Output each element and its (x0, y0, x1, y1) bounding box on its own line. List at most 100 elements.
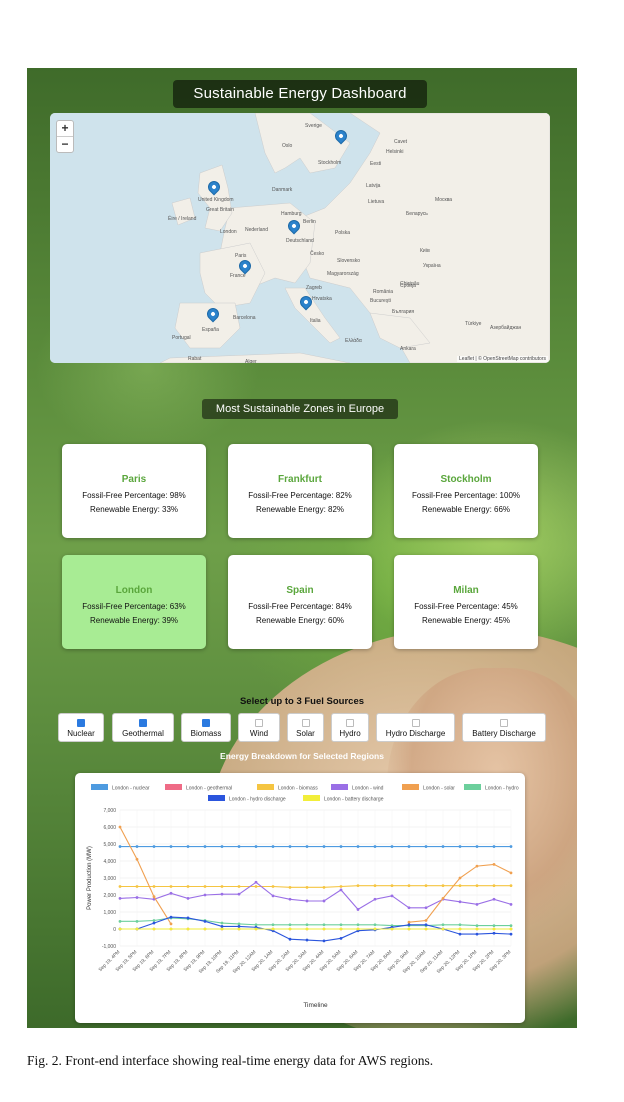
data-point-london-nuclear (322, 845, 326, 848)
data-point-london-wind (407, 906, 411, 910)
data-point-london-nuclear (203, 845, 207, 848)
fuel-option-wind[interactable]: Wind (238, 713, 280, 742)
zone-name: Spain (286, 585, 314, 596)
map-attribution[interactable]: Leaflet | © OpenStreetMap contributors (457, 356, 548, 362)
data-point-london-hydro (373, 923, 377, 927)
y-tick-label: 4,000 (103, 859, 116, 865)
map-label: Latvija (366, 183, 381, 189)
series-line-london-solar (119, 826, 512, 925)
map-label: Bucureşti (370, 298, 391, 304)
legend-swatch (402, 784, 419, 790)
data-point-london-nuclear (339, 845, 343, 848)
data-point-london-nuclear (169, 845, 173, 848)
zones-title: Most Sustainable Zones in Europe (202, 399, 398, 419)
energy-chart-card: London - nuclear London - geothermal Londo… (75, 773, 525, 1023)
data-point-london-battery-discharge (322, 927, 326, 931)
fuel-checkbox[interactable] (411, 719, 420, 727)
map-label: Москва (435, 197, 453, 203)
data-point-london-solar (135, 857, 139, 861)
data-point-london-hydro (356, 923, 360, 927)
zoom-in-button[interactable]: + (57, 121, 73, 137)
fuel-option-nuclear[interactable]: Nuclear (58, 713, 104, 742)
zone-card-frankfurt[interactable]: Frankfurt Fossil-Free Percentage: 82% Rene… (228, 444, 372, 538)
map-label: France (230, 273, 246, 279)
fuel-checkbox[interactable] (139, 719, 147, 727)
data-point-london-battery-discharge (186, 927, 190, 931)
data-point-london-hydro (288, 923, 292, 927)
data-point-london-solar (407, 920, 411, 924)
data-point-london-hydro-discharge (492, 931, 496, 935)
fuel-label: Hydro (339, 729, 361, 738)
data-point-london-hydro-discharge (509, 932, 513, 936)
data-point-london-nuclear (135, 845, 139, 848)
map-label: Ελλάδα (345, 338, 362, 344)
legend-swatch (331, 784, 348, 790)
fuel-label: Solar (296, 729, 315, 738)
dashboard-panel: Sustainable Energy Dashboard + − Sverige… (27, 68, 577, 1028)
fuel-checkbox[interactable] (301, 719, 310, 727)
dashboard-title: Sustainable Energy Dashboard (173, 80, 427, 108)
map-label: Stockholm (318, 160, 342, 166)
data-point-london-nuclear (441, 845, 445, 848)
fuel-checkbox[interactable] (346, 719, 354, 727)
data-point-london-wind (203, 893, 207, 897)
data-point-london-nuclear (288, 845, 292, 848)
zoom-out-button[interactable]: − (57, 137, 73, 152)
fuel-option-hydro-discharge[interactable]: Hydro Discharge (376, 713, 455, 742)
fossil-free-percentage: Fossil-Free Percentage: 98% (82, 491, 186, 500)
zone-card-paris[interactable]: Paris Fossil-Free Percentage: 98% Renewabl… (62, 444, 206, 538)
legend-label: London - solar (423, 786, 455, 792)
data-point-london-wind (220, 892, 224, 896)
data-point-london-battery-discharge (203, 927, 207, 931)
fuel-checkbox[interactable] (77, 719, 85, 727)
legend-label: London - hydro discharge (229, 797, 286, 803)
data-point-london-nuclear (271, 845, 275, 848)
map-label: Česko (310, 251, 325, 257)
y-axis-label: Power Production (MW) (87, 846, 93, 910)
map-label: Hrvatska (312, 296, 332, 302)
fossil-free-percentage: Fossil-Free Percentage: 45% (414, 602, 518, 611)
renewable-energy: Renewable Energy: 39% (89, 616, 179, 625)
fuel-option-geothermal[interactable]: Geothermal (112, 713, 174, 742)
fuel-option-battery-discharge[interactable]: Battery Discharge (462, 713, 546, 742)
zone-name: Paris (121, 474, 147, 485)
europe-map[interactable]: + − Sverige Oslo Stockholm Helsinki Eesti Lat… (50, 113, 550, 363)
map-label: Oslo (282, 143, 293, 149)
fuel-checkbox[interactable] (500, 719, 508, 727)
zone-card-stockholm[interactable]: Stockholm Fossil-Free Percentage: 100% Ren… (394, 444, 538, 538)
data-point-london-biomass (339, 885, 343, 888)
zone-card-spain[interactable]: Spain Fossil-Free Percentage: 84% Renewabl… (228, 555, 372, 649)
data-point-london-battery-discharge (441, 927, 445, 931)
fossil-free-percentage: Fossil-Free Percentage: 63% (82, 602, 186, 611)
map-label: Eesti (370, 161, 382, 167)
map-label: Ankara (400, 346, 416, 352)
data-point-london-wind (492, 897, 496, 901)
fuel-label: Hydro Discharge (385, 729, 446, 738)
fuel-checkbox[interactable] (255, 719, 263, 727)
fuel-option-solar[interactable]: Solar (287, 713, 324, 742)
fuel-checkbox[interactable] (202, 719, 210, 727)
data-point-london-hydro-discharge (305, 938, 309, 942)
series-line-london-hydro (120, 917, 511, 927)
data-point-london-biomass (220, 885, 224, 888)
data-point-london-biomass (322, 885, 326, 889)
renewable-energy: Renewable Energy: 60% (255, 616, 345, 625)
renewable-energy: Renewable Energy: 66% (421, 505, 511, 514)
fuel-option-biomass[interactable]: Biomass (181, 713, 231, 742)
y-tick-label: 0 (113, 927, 116, 933)
data-point-london-biomass (254, 885, 258, 888)
fuel-label: Battery Discharge (472, 729, 536, 738)
fuel-option-hydro[interactable]: Hydro (331, 713, 369, 742)
energy-line-chart: London - nuclear London - geothermal Londo… (87, 784, 519, 1009)
zone-card-london[interactable]: London Fossil-Free Percentage: 63% Renewab… (62, 555, 206, 649)
breakdown-title: Energy Breakdown for Selected Regions (220, 751, 384, 761)
data-point-london-solar (118, 825, 122, 829)
data-point-london-hydro (458, 923, 462, 927)
legend-swatch (91, 784, 108, 790)
data-point-london-biomass (237, 885, 241, 888)
zone-card-milan[interactable]: Milan Fossil-Free Percentage: 45% Renewabl… (394, 555, 538, 649)
data-point-london-battery-discharge (390, 927, 394, 931)
data-point-london-wind (356, 908, 360, 911)
data-point-london-battery-discharge (475, 927, 479, 931)
data-point-london-nuclear (152, 845, 156, 848)
